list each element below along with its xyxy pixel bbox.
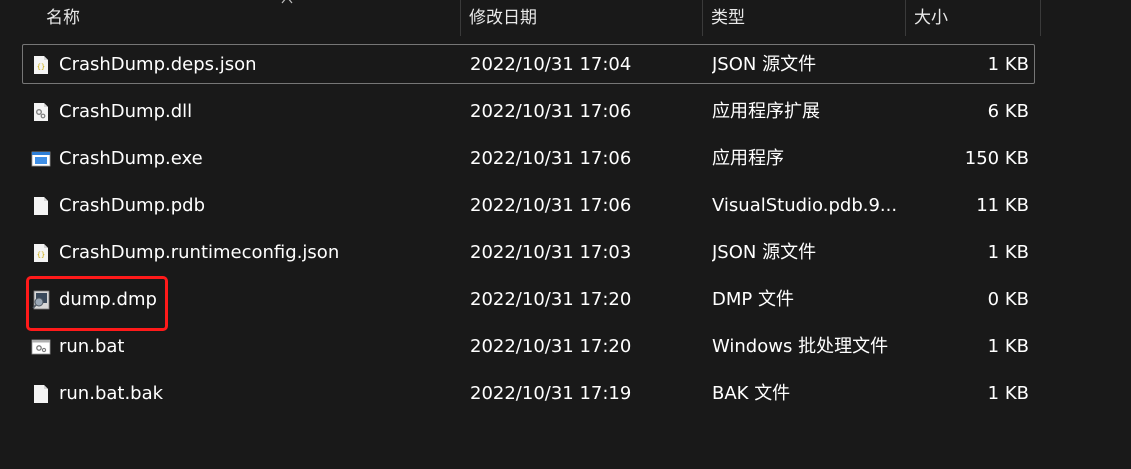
column-header-bar: 名称 修改日期 类型 大小 [0, 0, 1131, 36]
file-date: 2022/10/31 17:04 [470, 54, 632, 75]
file-date: 2022/10/31 17:20 [470, 336, 632, 357]
column-header-type-label: 类型 [711, 8, 745, 28]
file-date: 2022/10/31 17:06 [470, 101, 632, 122]
exe-file-icon [31, 149, 51, 169]
file-size: 1 KB [987, 336, 1029, 357]
file-size: 11 KB [976, 195, 1029, 216]
file-row[interactable]: CrashDump.dll 2022/10/31 17:06 应用程序扩展 6 KB [22, 91, 1035, 131]
json-file-icon: {} [31, 243, 51, 263]
file-type: 应用程序 [712, 148, 784, 169]
file-type: JSON 源文件 [712, 242, 817, 263]
file-date: 2022/10/31 17:06 [470, 195, 632, 216]
file-date: 2022/10/31 17:03 [470, 242, 632, 263]
dll-file-icon [31, 102, 51, 122]
file-size: 1 KB [987, 242, 1029, 263]
file-row[interactable]: {} CrashDump.deps.json 2022/10/31 17:04 JSO… [22, 44, 1035, 84]
file-row[interactable]: CrashDump.exe 2022/10/31 17:06 应用程序 150 KB [22, 138, 1035, 178]
column-header-name[interactable]: 名称 [38, 0, 460, 36]
file-type: DMP 文件 [712, 289, 794, 310]
bat-file-icon [31, 337, 51, 357]
file-size: 6 KB [987, 101, 1029, 122]
file-name: CrashDump.runtimeconfig.json [59, 242, 340, 263]
file-name: dump.dmp [59, 289, 157, 310]
column-header-name-label: 名称 [46, 8, 80, 28]
column-header-date[interactable]: 修改日期 [460, 0, 703, 36]
file-row[interactable]: run.bat 2022/10/31 17:20 Windows 批处理文件 1 KB [22, 326, 1035, 366]
file-type: 应用程序扩展 [712, 101, 820, 122]
file-size: 1 KB [987, 383, 1029, 404]
column-header-size[interactable]: 大小 [906, 0, 1041, 36]
column-header-type[interactable]: 类型 [703, 0, 906, 36]
sort-up-icon [281, 0, 293, 4]
file-name: run.bat [59, 336, 125, 357]
file-size: 1 KB [987, 54, 1029, 75]
file-name: CrashDump.pdb [59, 195, 206, 216]
column-header-date-label: 修改日期 [469, 8, 537, 28]
file-size: 0 KB [987, 289, 1029, 310]
file-name: run.bat.bak [59, 383, 164, 404]
file-name: CrashDump.deps.json [59, 54, 257, 75]
file-type: Windows 批处理文件 [712, 336, 889, 357]
file-row[interactable]: dump.dmp 2022/10/31 17:20 DMP 文件 0 KB [22, 279, 1035, 319]
file-type: BAK 文件 [712, 383, 791, 404]
file-type: JSON 源文件 [712, 54, 817, 75]
file-date: 2022/10/31 17:06 [470, 148, 632, 169]
file-row[interactable]: CrashDump.pdb 2022/10/31 17:06 VisualStudi… [22, 185, 1035, 225]
file-explorer-list-view: 名称 修改日期 类型 大小 {} CrashDump.deps.json 2022/… [0, 0, 1131, 469]
blank-file-icon [31, 384, 51, 404]
file-size: 150 KB [964, 148, 1029, 169]
file-name: CrashDump.dll [59, 101, 193, 122]
svg-text:{}: {} [37, 251, 45, 259]
file-date: 2022/10/31 17:20 [470, 289, 632, 310]
column-header-size-label: 大小 [914, 8, 948, 28]
file-type: VisualStudio.pdb.9... [712, 195, 898, 216]
blank-file-icon [31, 196, 51, 216]
file-row[interactable]: {} CrashDump.runtimeconfig.json 2022/10/31… [22, 232, 1035, 272]
dmp-file-icon [31, 290, 51, 310]
svg-text:{}: {} [37, 63, 45, 71]
file-date: 2022/10/31 17:19 [470, 383, 632, 404]
json-file-icon: {} [31, 55, 51, 75]
file-row[interactable]: run.bat.bak 2022/10/31 17:19 BAK 文件 1 KB [22, 373, 1035, 413]
file-name: CrashDump.exe [59, 148, 203, 169]
